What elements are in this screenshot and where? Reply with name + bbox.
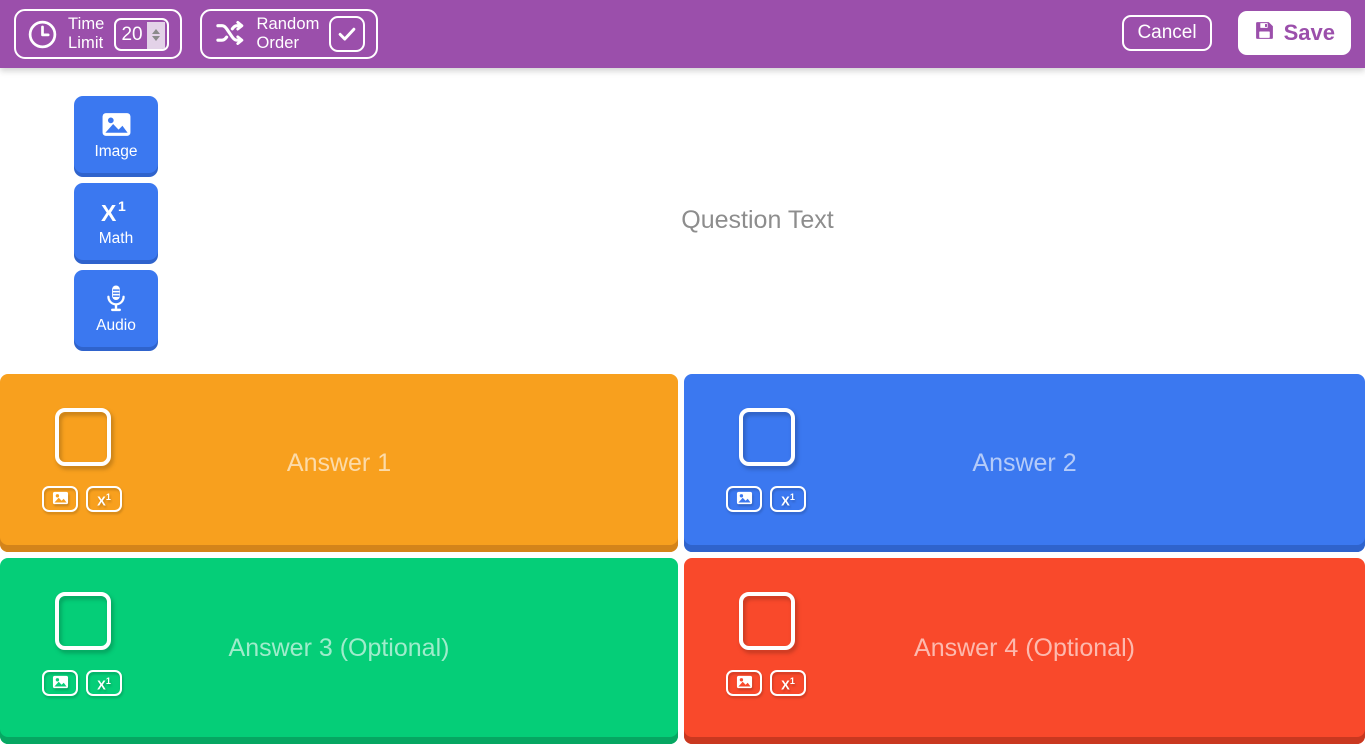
time-limit-stepper[interactable]: [147, 21, 166, 49]
time-limit-label: Time Limit: [68, 15, 105, 52]
math-x1-icon: X1: [781, 675, 795, 693]
svg-text:X: X: [101, 200, 117, 226]
save-button-label: Save: [1283, 20, 1335, 45]
answer-4-correct-checkbox[interactable]: [739, 592, 795, 650]
answer-grid: X1 Answer 1 X1 Answer 2 X1 Answer 3 (Opt…: [0, 374, 1365, 746]
image-icon: [736, 675, 753, 692]
answer-2-image-button[interactable]: [726, 486, 762, 512]
add-math-label: Math: [98, 229, 134, 247]
math-x1-icon: X1: [97, 491, 111, 509]
answer-tile-4[interactable]: X1 Answer 4 (Optional): [684, 558, 1365, 744]
microphone-icon: [103, 284, 129, 314]
math-x1-icon: X1: [97, 675, 111, 693]
question-text-area[interactable]: Question Text: [190, 96, 1325, 351]
toolbar-left-group: Time Limit 20 Random Order: [14, 9, 379, 59]
answer-4-math-button[interactable]: X1: [770, 670, 806, 696]
answer-tile-3[interactable]: X1 Answer 3 (Optional): [0, 558, 678, 744]
answer-3-media-buttons: X1: [42, 670, 122, 696]
add-image-button[interactable]: Image: [74, 96, 158, 173]
media-tools-panel: Image X 1 Math Audio: [74, 96, 158, 347]
answer-3-math-button[interactable]: X1: [86, 670, 122, 696]
answer-1-correct-checkbox[interactable]: [55, 408, 111, 466]
time-limit-control[interactable]: Time Limit 20: [14, 9, 183, 59]
add-audio-label: Audio: [96, 316, 136, 334]
image-icon: [52, 675, 69, 692]
image-icon: [736, 491, 753, 508]
answer-3-image-button[interactable]: [42, 670, 78, 696]
image-icon: [52, 491, 69, 508]
time-limit-value: 20: [121, 23, 143, 45]
math-x1-icon: X1: [781, 491, 795, 509]
question-text-placeholder: Question Text: [681, 206, 834, 234]
editor-toolbar: Time Limit 20 Random Order Cancel Save: [0, 0, 1365, 68]
answer-1-math-button[interactable]: X1: [86, 486, 122, 512]
answer-tile-1[interactable]: X1 Answer 1: [0, 374, 678, 552]
random-order-control[interactable]: Random Order: [200, 9, 379, 59]
answer-1-media-buttons: X1: [42, 486, 122, 512]
add-math-button[interactable]: X 1 Math: [74, 183, 158, 260]
toolbar-right-group: Cancel Save: [1122, 11, 1351, 55]
answer-1-image-button[interactable]: [42, 486, 78, 512]
image-icon: [101, 110, 132, 140]
answer-3-placeholder: Answer 3 (Optional): [228, 633, 450, 662]
answer-4-media-buttons: X1: [726, 670, 806, 696]
stepper-up-icon[interactable]: [152, 29, 161, 34]
math-x1-icon: X 1: [99, 197, 133, 227]
shuffle-icon: [213, 19, 246, 50]
stepper-down-icon[interactable]: [152, 36, 161, 41]
cancel-button[interactable]: Cancel: [1122, 15, 1212, 51]
add-image-label: Image: [94, 142, 138, 160]
answer-2-correct-checkbox[interactable]: [739, 408, 795, 466]
floppy-disk-icon: [1254, 20, 1275, 47]
save-button[interactable]: Save: [1237, 11, 1351, 55]
answer-2-media-buttons: X1: [726, 486, 806, 512]
add-audio-button[interactable]: Audio: [74, 270, 158, 347]
answer-tile-2[interactable]: X1 Answer 2: [684, 374, 1365, 552]
answer-3-correct-checkbox[interactable]: [55, 592, 111, 650]
random-order-label: Random Order: [256, 15, 320, 52]
check-icon: [339, 27, 356, 41]
random-order-checkbox[interactable]: [329, 16, 366, 52]
answer-2-math-button[interactable]: X1: [770, 486, 806, 512]
answer-4-placeholder: Answer 4 (Optional): [914, 633, 1135, 662]
time-limit-input[interactable]: 20: [114, 17, 170, 51]
answer-4-image-button[interactable]: [726, 670, 762, 696]
svg-text:1: 1: [118, 198, 126, 214]
clock-icon: [27, 19, 58, 50]
